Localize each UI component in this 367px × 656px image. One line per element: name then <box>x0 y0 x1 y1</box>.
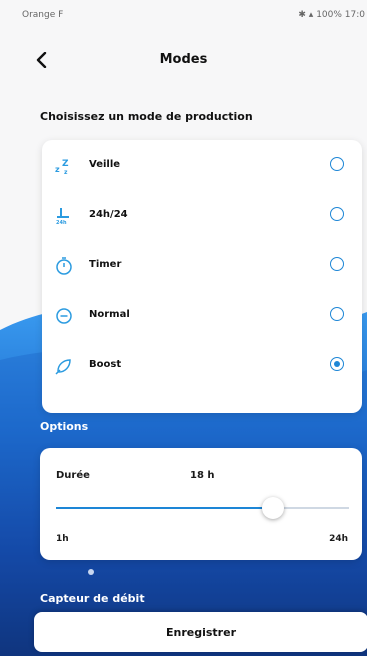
modes-section-title: Choisissez un mode de production <box>40 110 253 123</box>
carrier-label: Orange F <box>22 10 64 20</box>
radio-boost[interactable] <box>330 357 344 371</box>
status-bar: Orange F ✱ ▴ 100% 17:0 <box>0 0 367 30</box>
signal-icon: ▴ <box>308 10 314 20</box>
radio-normal[interactable] <box>330 307 344 321</box>
radio-veille[interactable] <box>330 157 344 171</box>
mode-label: 24h/24 <box>89 209 128 220</box>
slider-thumb[interactable] <box>261 497 284 519</box>
mode-option-normal[interactable]: Normal <box>42 292 362 342</box>
mode-option-timer[interactable]: Timer <box>42 242 362 292</box>
bluetooth-icon: ✱ <box>298 10 306 20</box>
mode-label: Boost <box>89 359 122 370</box>
duration-card: Durée 18 h 1h 24h <box>40 448 362 560</box>
mode-label: Normal <box>89 309 130 320</box>
normal-icon <box>54 306 74 326</box>
duration-max-label: 24h <box>329 534 348 544</box>
modes-card: z Z z Veille 24h 24h/24 Timer Normal Boo… <box>42 140 362 413</box>
top-bar: Modes <box>0 40 367 80</box>
flow-sensor-title: Capteur de débit <box>40 592 145 605</box>
mode-option-boost[interactable]: Boost <box>42 342 362 392</box>
svg-text:24h: 24h <box>56 220 67 226</box>
mode-option-24h[interactable]: 24h 24h/24 <box>42 192 362 242</box>
svg-text:z: z <box>64 169 68 176</box>
mode-label: Veille <box>89 159 121 170</box>
svg-text:z: z <box>55 165 60 174</box>
battery-time-label: 100% 17:0 <box>316 10 365 20</box>
page-title: Modes <box>159 52 208 67</box>
radio-timer[interactable] <box>330 257 344 271</box>
sleep-icon: z Z z <box>54 156 74 176</box>
mode-option-veille[interactable]: z Z z Veille <box>42 142 362 192</box>
slider-fill <box>56 507 273 509</box>
duration-label: Durée <box>56 470 90 481</box>
mode-label: Timer <box>89 259 122 270</box>
page-indicator-dot <box>88 569 94 575</box>
battery-clock: ✱ ▴ 100% 17:0 <box>298 10 365 20</box>
clock-24-icon: 24h <box>54 206 74 226</box>
duration-value: 18 h <box>190 470 215 481</box>
timer-icon <box>54 256 74 276</box>
boost-icon <box>54 356 74 376</box>
save-button[interactable]: Enregistrer <box>34 612 367 652</box>
svg-text:Z: Z <box>62 159 69 169</box>
duration-slider[interactable] <box>56 496 349 520</box>
duration-min-label: 1h <box>56 534 69 544</box>
radio-24h[interactable] <box>330 207 344 221</box>
options-section-title: Options <box>40 420 89 433</box>
